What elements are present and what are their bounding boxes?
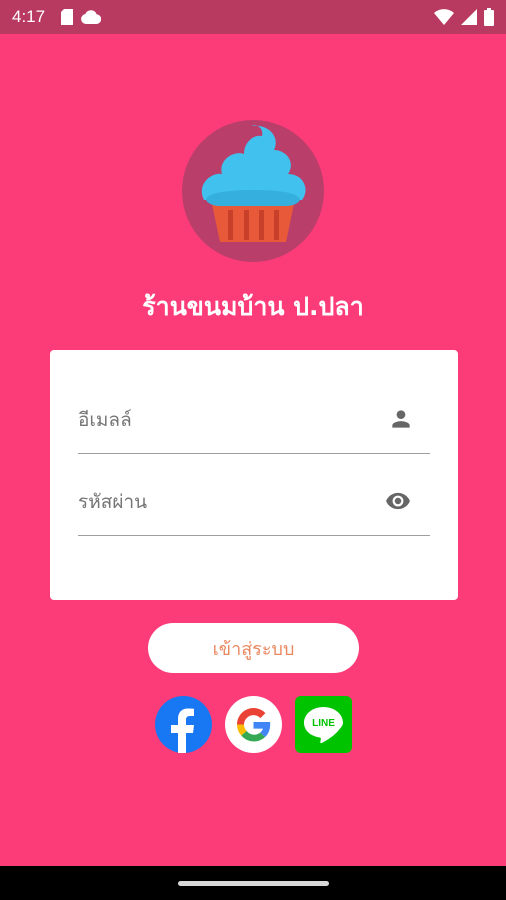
email-field[interactable] [78,402,368,438]
status-bar: 4:17 [0,0,506,34]
password-field[interactable] [78,484,368,520]
google-login-button[interactable] [225,696,282,753]
facebook-icon [155,696,212,753]
cupcake-icon [201,125,306,242]
battery-icon [484,8,494,26]
wifi-icon [434,9,454,25]
line-icon: LINE [295,696,352,753]
person-icon [388,406,414,436]
google-icon [225,696,282,753]
facebook-login-button[interactable] [155,696,212,753]
line-login-button[interactable]: LINE [295,696,352,753]
password-field-container [78,480,430,536]
line-icon-label: LINE [312,718,335,729]
home-gesture-handle[interactable] [178,881,329,886]
signal-icon [461,9,477,25]
navigation-bar [0,866,506,900]
status-time: 4:17 [12,7,46,26]
sim-card-icon [61,9,74,25]
email-field-container [78,398,430,454]
eye-icon[interactable] [382,488,414,518]
cloud-icon [81,10,102,24]
login-button[interactable]: เข้าสู่ระบบ [148,623,359,673]
login-form [50,350,458,600]
app-logo [182,120,324,262]
app-title: ร้านขนมบ้าน ป.ปลา [142,292,364,321]
